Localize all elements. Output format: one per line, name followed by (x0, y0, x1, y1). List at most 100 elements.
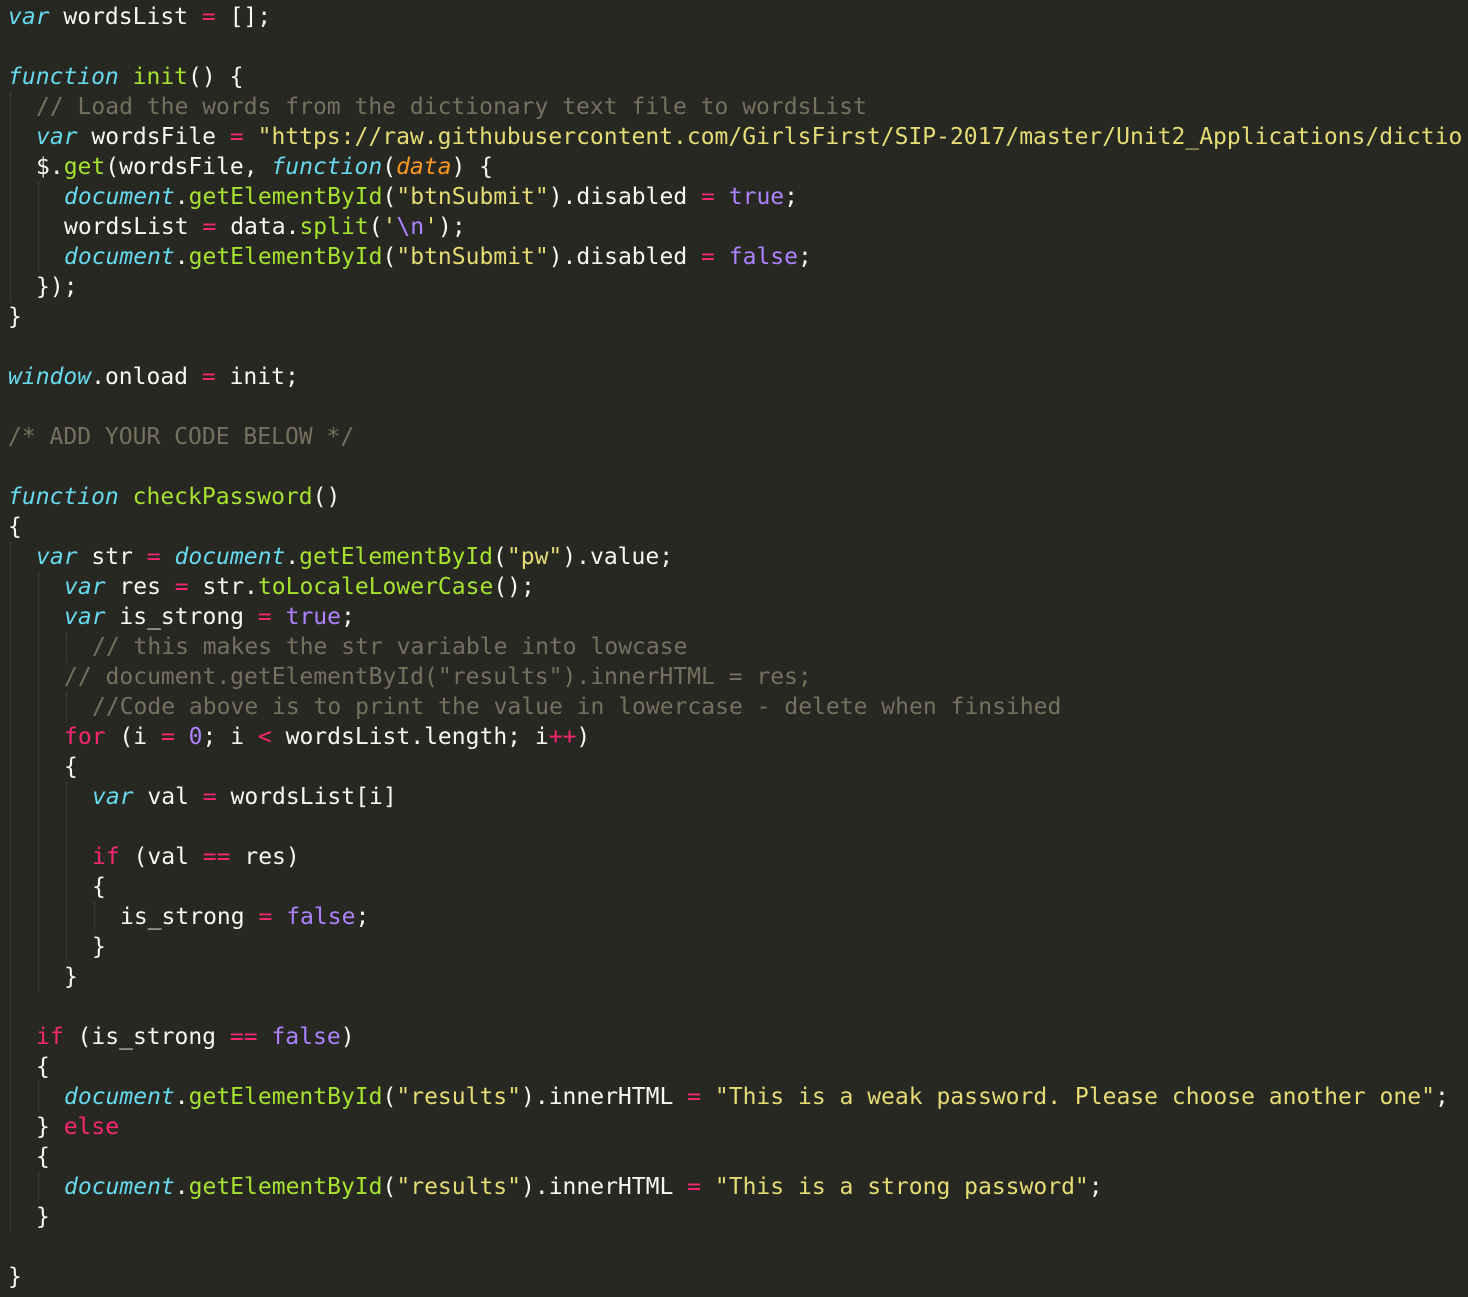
code-line[interactable]: // Load the words from the dictionary te… (36, 92, 867, 122)
code-token: false (286, 904, 356, 930)
code-line[interactable]: is_strong = false; (120, 902, 369, 932)
code-token: < (257, 724, 272, 750)
code-token: . (285, 544, 300, 570)
code-token: ).value; (562, 544, 674, 570)
code-line[interactable]: if (is_strong == false) (36, 1022, 355, 1052)
code-token: } (36, 1114, 64, 1140)
code-token: window (8, 364, 92, 390)
code-token: for (64, 724, 106, 750)
code-line[interactable]: if (val == res) (92, 842, 300, 872)
code-token: = (174, 574, 189, 600)
code-line[interactable]: $.get(wordsFile, function(data) { (36, 152, 493, 182)
code-line[interactable]: var res = str.toLocaleLowerCase(); (64, 572, 535, 602)
code-line[interactable]: var str = document.getElementById("pw").… (36, 542, 673, 572)
code-line[interactable]: document.getElementById("results").inner… (64, 1172, 1103, 1202)
code-token: = (258, 904, 273, 930)
code-token: checkPassword (132, 484, 313, 510)
code-line[interactable]: document.getElementById("results").inner… (64, 1082, 1449, 1112)
code-token: (); (493, 574, 535, 600)
code-line[interactable]: { (36, 1052, 50, 1082)
code-line[interactable]: for (i = 0; i < wordsList.length; i++) (64, 722, 590, 752)
code-line[interactable]: var val = wordsList[i] (92, 782, 397, 812)
code-token: var (64, 574, 106, 600)
code-line[interactable]: { (64, 752, 78, 782)
code-token: . (174, 1174, 189, 1200)
code-token: } (64, 964, 78, 990)
code-line[interactable]: } else (36, 1112, 119, 1142)
code-token: ; (1088, 1174, 1103, 1200)
code-token: false (271, 1024, 341, 1050)
code-line[interactable]: window.onload = init; (8, 362, 299, 392)
code-line[interactable]: wordsList = data.split('\n'); (64, 212, 466, 242)
code-token: document (64, 244, 175, 270)
code-line[interactable]: var wordsFile = "https://raw.githubuserc… (36, 122, 1462, 152)
code-token: .onload (91, 364, 202, 390)
code-token: ; (784, 184, 798, 210)
code-token: = (146, 544, 161, 570)
code-token: { (36, 1054, 50, 1080)
code-token: document (174, 544, 286, 570)
code-line[interactable]: //Code above is to print the value in lo… (92, 692, 1061, 722)
code-token: wordsList (49, 4, 202, 30)
code-token: var (92, 784, 134, 810)
code-token: true (728, 184, 785, 210)
code-line[interactable]: document.getElementById("btnSubmit").dis… (64, 242, 812, 272)
code-token: "btnSubmit" (396, 244, 549, 270)
code-token: (is_strong (63, 1024, 230, 1050)
code-line[interactable]: { (8, 512, 22, 542)
code-token: wordsList (64, 214, 203, 240)
code-token: { (36, 1144, 50, 1170)
indent-guide (38, 1172, 39, 1202)
code-token: toLocaleLowerCase (257, 574, 494, 600)
code-line[interactable]: } (8, 1262, 22, 1292)
code-token: is_strong (120, 904, 259, 930)
code-token: getElementById (188, 1084, 383, 1110)
code-token: res (105, 574, 175, 600)
code-token: = (687, 1174, 702, 1200)
code-token: function (8, 64, 119, 90)
code-token: ).disabled (548, 244, 702, 270)
code-token: get (63, 154, 106, 180)
code-token: () { (188, 64, 244, 90)
code-token: if (36, 1024, 64, 1050)
code-token: ( (493, 544, 507, 570)
code-token: var (64, 604, 106, 630)
code-line[interactable]: /* ADD YOUR CODE BELOW */ (8, 422, 354, 452)
code-token: ) (576, 724, 591, 750)
code-token: ( (382, 244, 397, 270)
code-token: res) (230, 844, 300, 870)
code-line[interactable]: } (36, 1202, 50, 1232)
code-token: //Code above is to print the value in lo… (92, 694, 1062, 720)
code-token: { (64, 754, 78, 780)
code-token: "This is a strong password" (714, 1174, 1089, 1200)
code-line[interactable]: document.getElementById("btnSubmit").dis… (64, 182, 798, 212)
code-line[interactable]: } (64, 962, 78, 992)
code-token: ).innerHTML (521, 1174, 688, 1200)
code-token: document (64, 1084, 175, 1110)
code-line[interactable]: var is_strong = true; (64, 602, 355, 632)
code-token: = (202, 784, 217, 810)
code-line[interactable]: { (92, 872, 106, 902)
code-line[interactable]: } (8, 302, 22, 332)
code-line[interactable]: } (92, 932, 106, 962)
indent-guide (94, 902, 95, 932)
code-line[interactable]: function checkPassword() (8, 482, 340, 512)
code-line[interactable]: // document.getElementById("results").in… (64, 662, 812, 692)
code-line[interactable]: function init() { (8, 62, 243, 92)
code-editor[interactable]: var wordsList = []; function init() {// L… (0, 0, 1468, 1297)
code-line[interactable]: // this makes the str variable into lowc… (92, 632, 687, 662)
code-token: }); (36, 274, 78, 300)
code-token: == (229, 1024, 258, 1050)
code-token: } (8, 1264, 22, 1290)
code-token: str (77, 544, 147, 570)
code-token: // Load the words from the dictionary te… (36, 94, 867, 120)
indent-guide (38, 182, 39, 272)
code-token: (i (105, 724, 161, 750)
code-line[interactable]: }); (36, 272, 78, 302)
code-line[interactable]: { (36, 1142, 50, 1172)
code-line[interactable]: var wordsList = []; (8, 2, 271, 32)
code-token: getElementById (299, 544, 494, 570)
